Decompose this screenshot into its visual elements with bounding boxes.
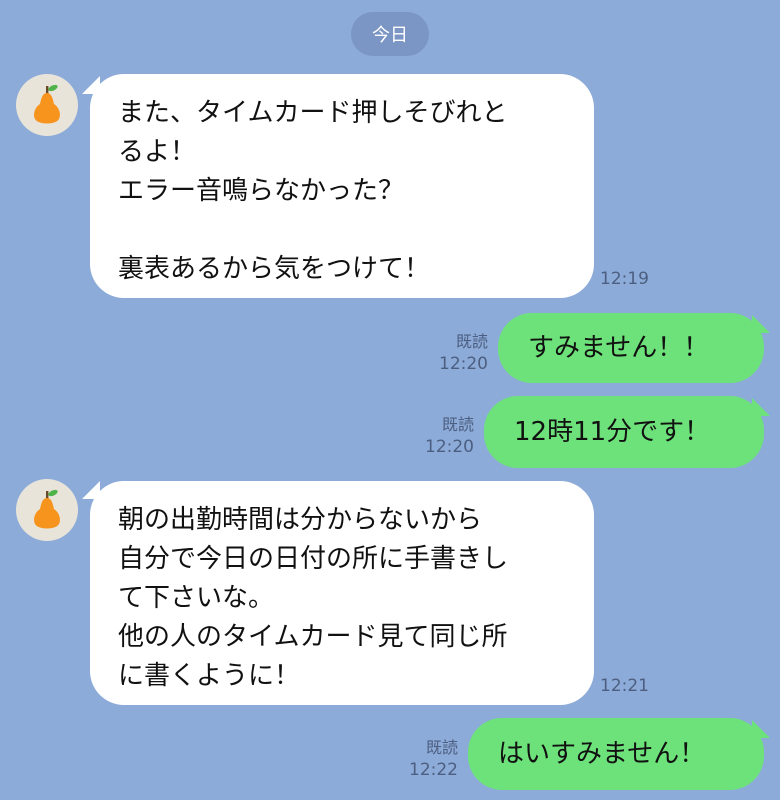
read-receipt: 既読 bbox=[425, 738, 458, 757]
date-separator: 今日 bbox=[351, 12, 429, 56]
message-time: 12:20 bbox=[439, 354, 488, 374]
incoming-message-bubble[interactable]: また、タイムカード押しそびれと るよ！ エラー音鳴らなかった？ 裏表あるから気を… bbox=[90, 74, 594, 298]
bubble-tail bbox=[752, 720, 770, 738]
message-meta: 既読 12:22 bbox=[394, 737, 458, 781]
outgoing-message-bubble[interactable]: 12時11分です！ bbox=[484, 396, 764, 468]
bubble-tail bbox=[752, 315, 770, 333]
outgoing-message-bubble[interactable]: はいすみません！ bbox=[468, 718, 764, 790]
message-time: 12:19 bbox=[600, 269, 649, 289]
message-time: 12:20 bbox=[425, 437, 474, 457]
pear-icon bbox=[34, 489, 60, 529]
message-time: 12:22 bbox=[409, 760, 458, 780]
pear-icon bbox=[34, 84, 60, 124]
incoming-message-bubble[interactable]: 朝の出勤時間は分からないから 自分で今日の日付の所に手書きし て下さいな。 他の… bbox=[90, 481, 594, 705]
outgoing-message-bubble[interactable]: すみません！！ bbox=[498, 313, 764, 383]
message-time: 12:21 bbox=[600, 676, 649, 696]
avatar-pear-icon[interactable] bbox=[16, 74, 78, 136]
message-meta: 既読 12:20 bbox=[424, 331, 488, 375]
read-receipt: 既読 bbox=[455, 332, 488, 351]
message-meta: 既読 12:20 bbox=[410, 414, 474, 458]
bubble-tail bbox=[752, 398, 770, 416]
read-receipt: 既読 bbox=[441, 415, 474, 434]
avatar-pear-icon[interactable] bbox=[16, 479, 78, 541]
